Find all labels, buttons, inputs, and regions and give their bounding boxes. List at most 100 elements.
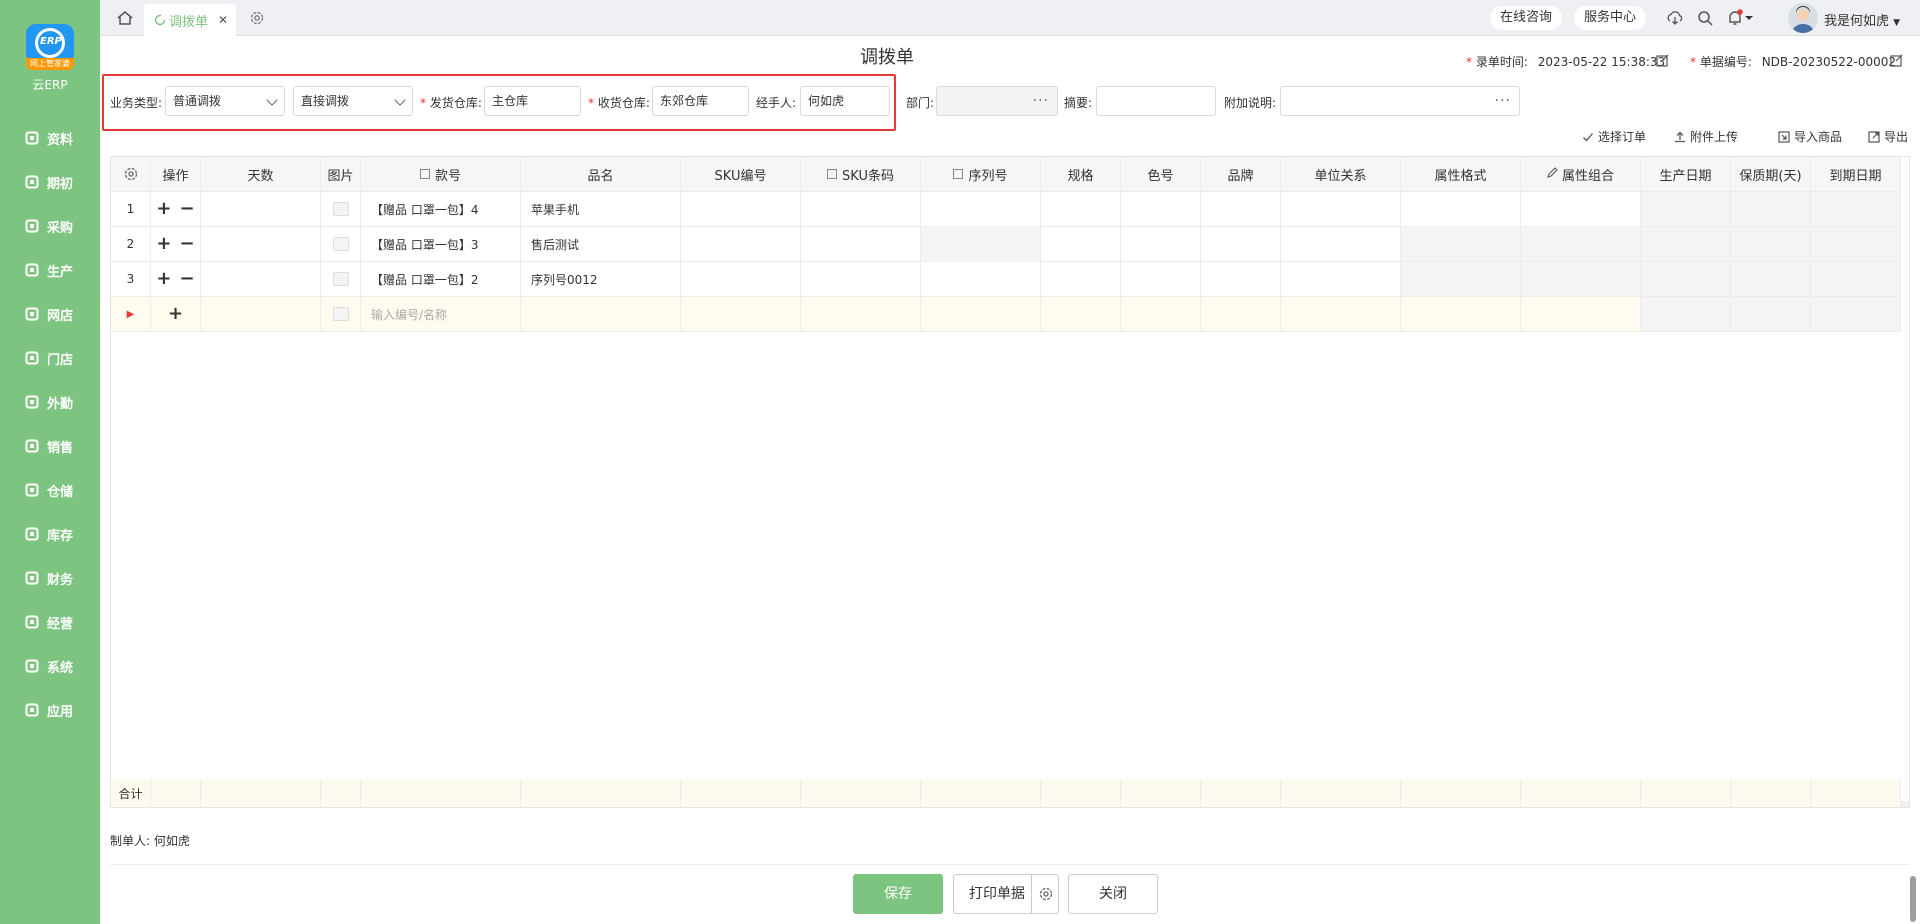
from-warehouse-field[interactable]: 主仓库 (484, 86, 581, 116)
search-icon[interactable] (1696, 9, 1714, 27)
table-cell[interactable] (201, 262, 321, 296)
sidebar-item-6[interactable]: 外勤 (0, 380, 100, 424)
tab-close-icon[interactable]: ✕ (218, 13, 228, 27)
dept-field[interactable]: ··· (936, 86, 1058, 116)
table-cell[interactable] (321, 192, 361, 226)
handler-field[interactable]: 何如虎 (800, 86, 890, 116)
table-cell[interactable] (681, 262, 801, 296)
user-dropdown-icon[interactable]: ▼ (1893, 18, 1900, 28)
table-cell[interactable] (921, 227, 1041, 261)
sidebar-item-2[interactable]: 采购 (0, 204, 100, 248)
bell-dropdown-icon[interactable] (1744, 9, 1754, 27)
tab-settings-gear-icon[interactable] (248, 9, 266, 27)
goods-search-input[interactable]: 输入编号/名称 (361, 297, 521, 331)
note-field[interactable]: ··· (1280, 86, 1520, 116)
table-cell[interactable] (801, 262, 921, 296)
sidebar-item-0[interactable]: 资料 (0, 116, 100, 160)
table-cell[interactable] (201, 227, 321, 261)
table-cell[interactable] (921, 262, 1041, 296)
table-cell[interactable] (1201, 192, 1281, 226)
close-button[interactable]: 关闭 (1068, 874, 1158, 914)
table-cell[interactable]: 【赠品 口罩一包】4 (361, 192, 521, 226)
sidebar-item-13[interactable]: 应用 (0, 688, 100, 732)
table-cell[interactable] (1521, 192, 1641, 226)
remove-row-icon[interactable]: − (180, 235, 195, 253)
table-cell[interactable] (1731, 192, 1811, 226)
biz-type-select[interactable]: 普通调拨 (165, 86, 285, 116)
table-cell[interactable] (801, 192, 921, 226)
sidebar-item-1[interactable]: 期初 (0, 160, 100, 204)
table-cell[interactable] (1401, 192, 1521, 226)
table-cell[interactable] (1641, 192, 1731, 226)
sidebar-item-4[interactable]: 网店 (0, 292, 100, 336)
home-icon[interactable] (116, 9, 134, 27)
table-cell[interactable] (1281, 192, 1401, 226)
import-goods-button[interactable]: 导入商品 (1778, 128, 1842, 145)
summary-field[interactable] (1096, 86, 1216, 116)
table-cell[interactable] (801, 227, 921, 261)
sidebar-item-3[interactable]: 生产 (0, 248, 100, 292)
table-cell[interactable] (1121, 192, 1201, 226)
edit-entry-time-icon[interactable] (1656, 54, 1669, 67)
save-button[interactable]: 保存 (853, 874, 943, 914)
table-cell[interactable] (1641, 262, 1731, 296)
table-cell[interactable] (1041, 262, 1121, 296)
vertical-scrollbar[interactable] (1910, 876, 1916, 922)
table-cell[interactable] (321, 227, 361, 261)
tab-transfer-order[interactable]: 调拨单 ✕ (144, 4, 236, 36)
table-cell[interactable] (321, 262, 361, 296)
table-cell[interactable] (681, 227, 801, 261)
sidebar-item-7[interactable]: 销售 (0, 424, 100, 468)
pencil-icon[interactable] (1547, 166, 1558, 182)
table-cell[interactable] (1811, 262, 1901, 296)
add-row-icon[interactable]: + (168, 305, 183, 323)
to-warehouse-field[interactable]: 东郊仓库 (652, 86, 749, 116)
table-cell[interactable] (921, 192, 1041, 226)
sidebar-item-5[interactable]: 门店 (0, 336, 100, 380)
table-cell[interactable] (1521, 262, 1641, 296)
avatar[interactable] (1788, 3, 1818, 33)
table-cell[interactable]: 苹果手机 (521, 192, 681, 226)
sidebar-item-9[interactable]: 库存 (0, 512, 100, 556)
print-settings-gear-icon[interactable] (1031, 874, 1059, 914)
table-cell[interactable] (1731, 262, 1811, 296)
column-config-icon[interactable] (953, 169, 964, 179)
table-cell[interactable] (1731, 227, 1811, 261)
table-cell[interactable] (1121, 262, 1201, 296)
sidebar-item-12[interactable]: 系统 (0, 644, 100, 688)
table-cell[interactable] (1641, 227, 1731, 261)
add-row-icon[interactable]: + (156, 270, 171, 288)
table-cell[interactable] (1201, 227, 1281, 261)
table-cell[interactable] (1521, 227, 1641, 261)
edit-doc-number-icon[interactable] (1890, 54, 1903, 67)
cloud-download-icon[interactable] (1666, 9, 1684, 27)
add-row-icon[interactable]: + (156, 200, 171, 218)
table-cell[interactable] (1811, 227, 1901, 261)
online-consult-button[interactable]: 在线咨询 (1490, 6, 1563, 30)
table-cell[interactable] (1401, 227, 1521, 261)
remove-row-icon[interactable]: − (180, 200, 195, 218)
table-cell[interactable]: 序列号0012 (521, 262, 681, 296)
table-cell[interactable] (1401, 262, 1521, 296)
sidebar-item-11[interactable]: 经营 (0, 600, 100, 644)
refresh-icon[interactable] (154, 14, 166, 26)
upload-attachment-button[interactable]: 附件上传 (1674, 128, 1738, 145)
table-cell[interactable] (1201, 262, 1281, 296)
sidebar-item-8[interactable]: 仓储 (0, 468, 100, 512)
more-dots-icon[interactable]: ··· (1033, 87, 1049, 115)
table-cell[interactable] (681, 192, 801, 226)
table-cell[interactable] (1041, 227, 1121, 261)
column-config-icon[interactable] (827, 169, 838, 179)
table-cell[interactable] (1041, 192, 1121, 226)
select-order-button[interactable]: 选择订单 (1582, 128, 1646, 145)
more-dots-icon[interactable]: ··· (1495, 87, 1511, 115)
remove-row-icon[interactable]: − (180, 270, 195, 288)
transfer-mode-select[interactable]: 直接调拨 (293, 86, 413, 116)
service-center-button[interactable]: 服务中心 (1574, 6, 1647, 30)
bell-icon[interactable] (1726, 9, 1744, 27)
column-config-icon[interactable] (419, 169, 430, 179)
table-cell[interactable] (1281, 262, 1401, 296)
table-cell[interactable] (1281, 227, 1401, 261)
sidebar-item-10[interactable]: 财务 (0, 556, 100, 600)
table-cell[interactable]: 售后测试 (521, 227, 681, 261)
